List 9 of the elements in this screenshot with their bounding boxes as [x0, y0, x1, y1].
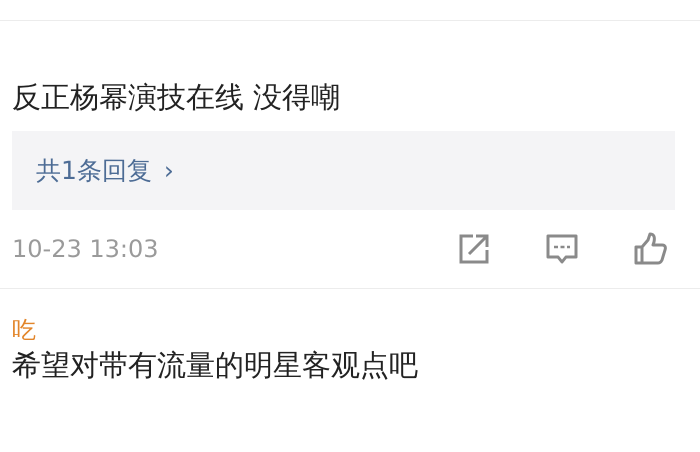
chevron-icon: › [164, 156, 174, 185]
share-icon[interactable] [457, 232, 491, 266]
comment-icon[interactable] [545, 232, 579, 266]
thumbs-up-icon[interactable] [633, 232, 667, 266]
comment-text: 希望对带有流量的明星客观点吧 [12, 347, 419, 384]
username[interactable]: 吃 [12, 289, 700, 349]
timestamp: 10-23 13:03 [12, 235, 160, 263]
comment-text: 反正杨幂演技在线 没得嘲 [12, 79, 342, 116]
reply-link[interactable]: 共1条回复 › [12, 131, 675, 210]
